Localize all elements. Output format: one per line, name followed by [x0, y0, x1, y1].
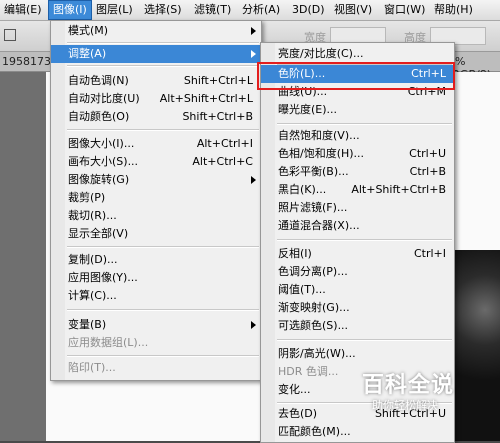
- menu-item-brightness-contrast[interactable]: 亮度/对比度(C)...: [261, 45, 454, 63]
- menu-item-hue-saturation[interactable]: 色相/饱和度(H)... Ctrl+U: [261, 145, 454, 163]
- submenu-arrow-icon: [251, 176, 256, 184]
- menu-view[interactable]: 视图(V): [330, 0, 376, 20]
- marquee-tool-icon[interactable]: [4, 29, 16, 41]
- canvas-pasteboard: [0, 72, 46, 441]
- menu-3d[interactable]: 3D(D): [288, 0, 329, 20]
- menu-item-image-size[interactable]: 图像大小(I)... Alt+Ctrl+I: [51, 135, 261, 153]
- menu-filter[interactable]: 滤镜(T): [190, 0, 235, 20]
- menu-item-gradient-map[interactable]: 渐变映射(G)...: [261, 299, 454, 317]
- menu-item-calculations[interactable]: 计算(C)...: [51, 287, 261, 305]
- submenu-arrow-icon: [251, 27, 256, 35]
- annotation-highlight-box: [257, 62, 455, 90]
- menu-item-match-color[interactable]: 匹配颜色(M)...: [261, 423, 454, 441]
- menu-item-auto-contrast[interactable]: 自动对比度(U) Alt+Shift+Ctrl+L: [51, 90, 261, 108]
- menu-item-invert[interactable]: 反相(I) Ctrl+I: [261, 245, 454, 263]
- menu-image[interactable]: 图像(I): [48, 0, 92, 20]
- menu-item-channel-mixer[interactable]: 通道混合器(X)...: [261, 217, 454, 235]
- menu-window[interactable]: 窗口(W): [380, 0, 429, 20]
- menu-item-trim[interactable]: 裁切(R)...: [51, 207, 261, 225]
- menu-item-crop[interactable]: 裁剪(P): [51, 189, 261, 207]
- image-menu: 模式(M) 调整(A) 自动色调(N) Shift+Ctrl+L 自动对比度(U)…: [50, 20, 262, 381]
- menu-item-variables[interactable]: 变量(B): [51, 316, 261, 334]
- menu-item-mode[interactable]: 模式(M): [51, 22, 261, 40]
- menu-item-posterize[interactable]: 色调分离(P)...: [261, 263, 454, 281]
- menu-item-apply-image[interactable]: 应用图像(Y)...: [51, 269, 261, 287]
- menu-bar: 编辑(E) 图像(I) 图层(L) 选择(S) 滤镜(T) 分析(A) 3D(D…: [0, 0, 500, 21]
- menu-item-trap: 陷印(T)...: [68, 361, 116, 374]
- menu-item-reveal-all[interactable]: 显示全部(V): [51, 225, 261, 243]
- menu-item-black-white[interactable]: 黑白(K)... Alt+Shift+Ctrl+B: [261, 181, 454, 199]
- menu-layer[interactable]: 图层(L): [92, 0, 137, 20]
- menu-item-color-balance[interactable]: 色彩平衡(B)... Ctrl+B: [261, 163, 454, 181]
- menu-item-auto-tone[interactable]: 自动色调(N) Shift+Ctrl+L: [51, 72, 261, 90]
- watermark-title: 百科全说: [362, 373, 455, 398]
- menu-item-image-rotation[interactable]: 图像旋转(G): [51, 171, 261, 189]
- menu-item-threshold[interactable]: 阈值(T)...: [261, 281, 454, 299]
- menu-item-auto-color[interactable]: 自动颜色(O) Shift+Ctrl+B: [51, 108, 261, 126]
- menu-analysis[interactable]: 分析(A): [238, 0, 284, 20]
- submenu-arrow-icon: [251, 50, 256, 58]
- menu-item-canvas-size[interactable]: 画布大小(S)... Alt+Ctrl+C: [51, 153, 261, 171]
- menu-edit[interactable]: 编辑(E): [0, 0, 46, 20]
- watermark-logo: 百科全说 助你轻松解决: [352, 361, 470, 419]
- menu-item-photo-filter[interactable]: 照片滤镜(F)...: [261, 199, 454, 217]
- watermark-subtitle: 助你轻松解决: [372, 399, 438, 412]
- menu-item-apply-data-set: 应用数据组(L)...: [68, 336, 149, 349]
- menu-item-vibrance[interactable]: 自然饱和度(V)...: [261, 127, 454, 145]
- menu-item-adjust[interactable]: 调整(A): [51, 45, 261, 63]
- menu-help[interactable]: 帮助(H): [430, 0, 477, 20]
- menu-item-exposure[interactable]: 曝光度(E)...: [261, 101, 454, 119]
- menu-select[interactable]: 选择(S): [140, 0, 186, 20]
- menu-item-selective-color[interactable]: 可选颜色(S)...: [261, 317, 454, 335]
- submenu-arrow-icon: [251, 321, 256, 329]
- menu-item-duplicate[interactable]: 复制(D)...: [51, 251, 261, 269]
- document-title: 1958173: [2, 55, 51, 68]
